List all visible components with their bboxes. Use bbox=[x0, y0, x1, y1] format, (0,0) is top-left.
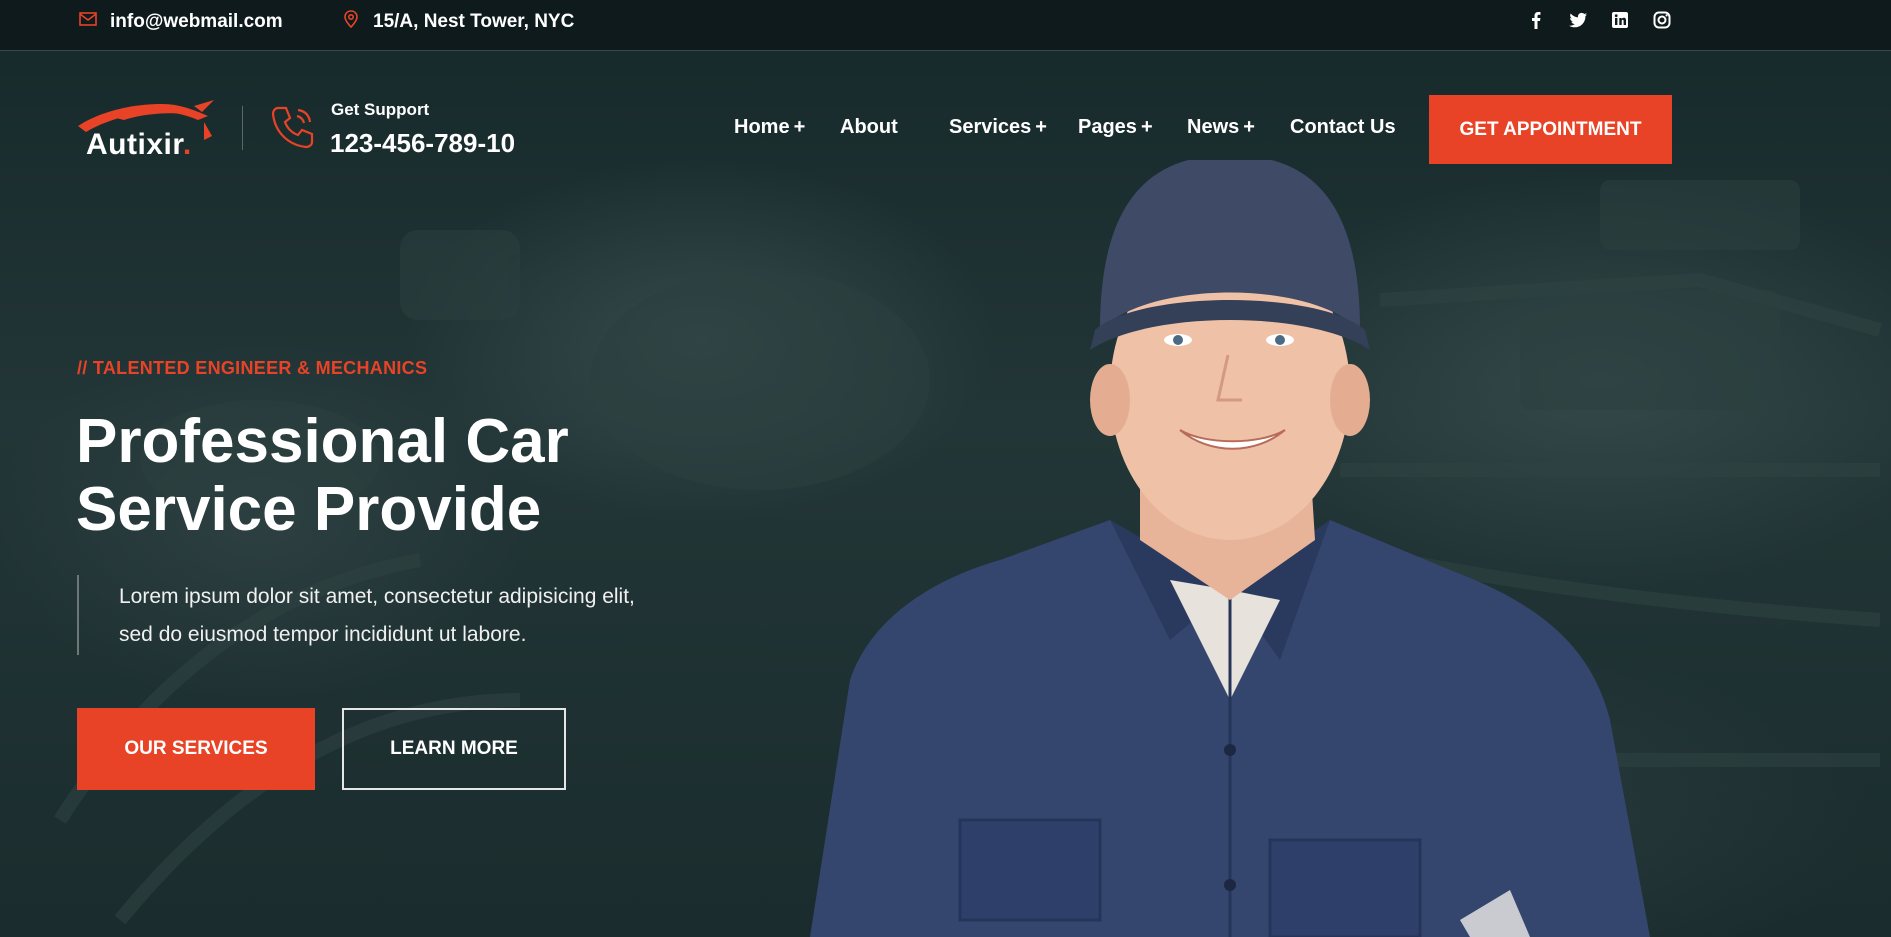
nav-item-label: News bbox=[1187, 116, 1240, 138]
get-appointment-button[interactable]: GET APPOINTMENT bbox=[1429, 95, 1672, 164]
nav-plus-icon: + bbox=[793, 116, 806, 138]
mechanic-photo bbox=[810, 160, 1650, 937]
nav-item-services[interactable]: Services + bbox=[949, 116, 1047, 139]
social-links bbox=[1526, 10, 1672, 30]
hero-description-line: Lorem ipsum dolor sit amet, consectetur … bbox=[119, 585, 635, 608]
hero-title: Professional Car Service Provide bbox=[76, 408, 676, 544]
hero-description-line: sed do eiusmod tempor incididunt ut labo… bbox=[119, 623, 527, 646]
support-phone[interactable]: 123-456-789-10 bbox=[330, 128, 515, 159]
hero-kicker: // TALENTED ENGINEER & MECHANICS bbox=[77, 358, 428, 378]
nav-item-news[interactable]: News + bbox=[1187, 116, 1255, 139]
envelope-icon bbox=[78, 9, 98, 35]
hero-title-line: Service Provide bbox=[76, 475, 542, 544]
top-bar: info@webmail.com 15/A, Nest Tower, NYC bbox=[0, 0, 1891, 51]
nav-item-label: Contact Us bbox=[1290, 116, 1396, 138]
nav-item-label: About bbox=[840, 116, 898, 138]
hero-description: Lorem ipsum dolor sit amet, consectetur … bbox=[119, 578, 739, 654]
brand-name[interactable]: Autixir. bbox=[86, 128, 192, 162]
phone-icon bbox=[271, 106, 314, 149]
twitter-icon[interactable] bbox=[1568, 10, 1588, 30]
email-text: info@webmail.com bbox=[110, 11, 283, 32]
nav-plus-icon: + bbox=[1243, 116, 1255, 138]
our-services-button[interactable]: OUR SERVICES bbox=[77, 708, 315, 790]
instagram-icon[interactable] bbox=[1652, 10, 1672, 30]
address-contact: 15/A, Nest Tower, NYC bbox=[341, 9, 574, 35]
header-divider bbox=[242, 106, 243, 150]
nav-item-home[interactable]: Home + bbox=[734, 116, 805, 139]
nav-item-label: Services bbox=[949, 116, 1032, 138]
support-label: Get Support bbox=[331, 100, 430, 119]
map-pin-icon bbox=[341, 9, 361, 35]
learn-more-button[interactable]: LEARN MORE bbox=[342, 708, 566, 790]
email-contact[interactable]: info@webmail.com bbox=[78, 9, 283, 35]
description-accent-bar bbox=[77, 575, 79, 655]
nav-item-label: Pages bbox=[1078, 116, 1137, 138]
hero-title-line: Professional Car bbox=[76, 407, 569, 476]
address-text: 15/A, Nest Tower, NYC bbox=[373, 11, 575, 32]
nav-plus-icon: + bbox=[1035, 116, 1047, 138]
facebook-icon[interactable] bbox=[1526, 10, 1546, 30]
nav-item-label: Home bbox=[734, 116, 790, 138]
nav-item-contact[interactable]: Contact Us bbox=[1290, 116, 1396, 139]
nav-item-pages[interactable]: Pages + bbox=[1078, 116, 1153, 139]
nav-item-about[interactable]: About bbox=[840, 116, 898, 139]
linkedin-icon[interactable] bbox=[1610, 10, 1630, 30]
nav-plus-icon: + bbox=[1140, 116, 1153, 138]
